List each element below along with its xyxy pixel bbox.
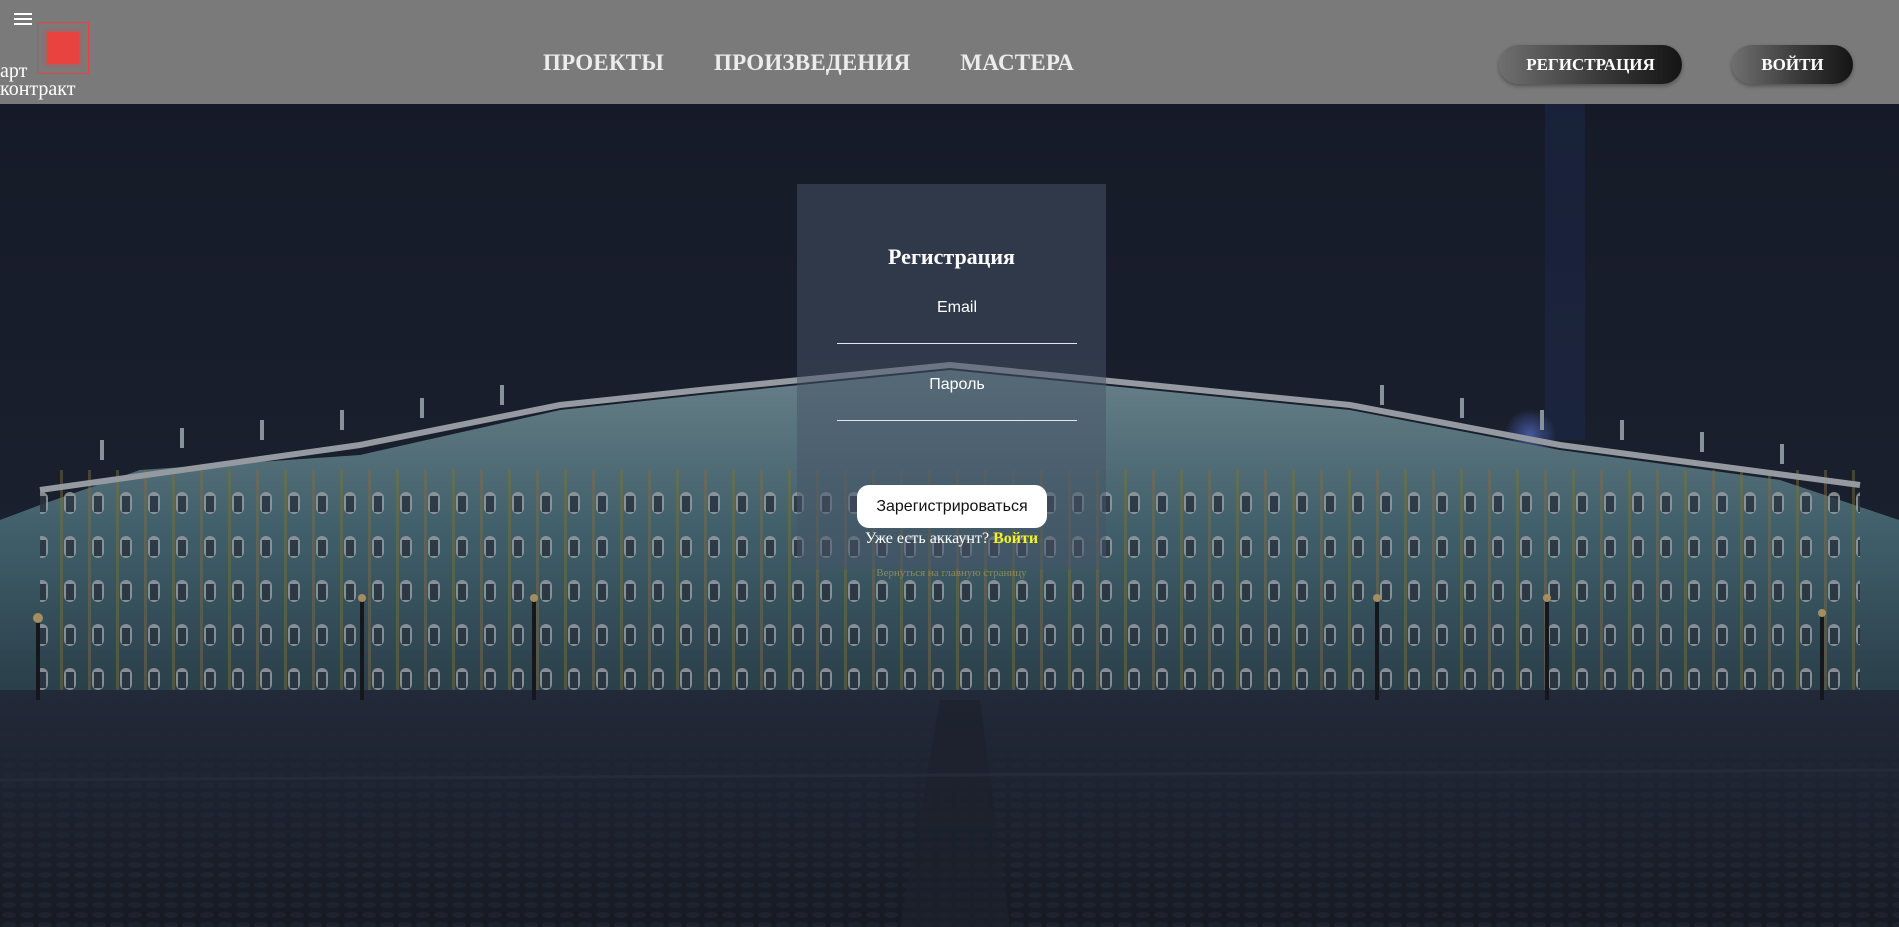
register-submit-button[interactable]: Зарегистрироваться <box>857 485 1047 528</box>
header-register-button[interactable]: РЕГИСТРАЦИЯ <box>1499 45 1682 84</box>
have-account-line: Уже есть аккаунт? Войти <box>797 530 1106 548</box>
nav-item-works[interactable]: ПРОИЗВЕДЕНИЯ <box>714 50 910 76</box>
header-login-button[interactable]: ВОЙТИ <box>1732 45 1853 84</box>
have-account-text: Уже есть аккаунт? <box>864 530 994 547</box>
nav-item-projects[interactable]: ПРОЕКТЫ <box>543 50 664 76</box>
brand-logo-text[interactable]: арт контракт <box>0 61 76 100</box>
brand-line-2: контракт <box>0 78 76 100</box>
email-input[interactable] <box>837 294 1077 344</box>
password-input[interactable] <box>837 371 1077 421</box>
site-header: арт контракт ПРОЕКТЫ ПРОИЗВЕДЕНИЯ МАСТЕР… <box>0 0 1899 104</box>
registration-title: Регистрация <box>888 244 1015 269</box>
nav-item-masters[interactable]: МАСТЕРА <box>960 50 1074 76</box>
registration-panel: Регистрация Зарегистрироваться Уже есть … <box>797 184 1106 579</box>
back-to-home-link[interactable]: Вернуться на главную страницу <box>797 567 1106 579</box>
hamburger-menu-icon[interactable] <box>14 12 32 26</box>
main-nav: ПРОЕКТЫ ПРОИЗВЕДЕНИЯ МАСТЕРА <box>543 50 1074 76</box>
login-link[interactable]: Войти <box>993 530 1038 547</box>
